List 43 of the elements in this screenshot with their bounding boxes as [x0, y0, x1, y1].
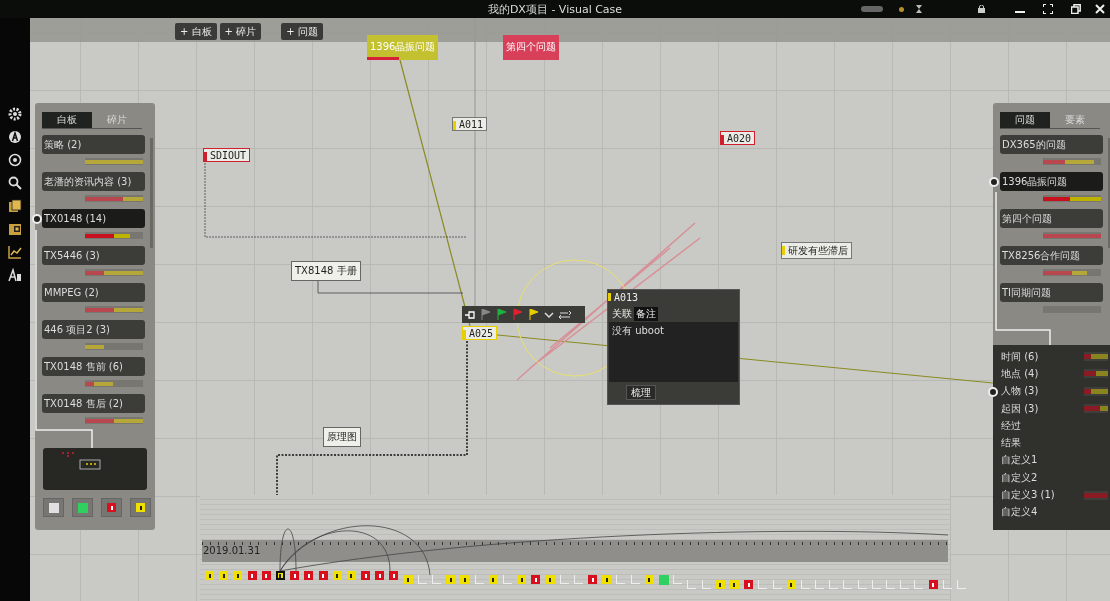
element-label[interactable]: 自定义3 (1) — [1001, 488, 1055, 502]
element-label[interactable]: 自定义4 — [1001, 505, 1038, 520]
popup-tab[interactable]: 关联 — [610, 307, 634, 321]
tag-node[interactable]: 研发有些滞后 — [781, 242, 852, 259]
note-field[interactable]: 没有 uboot — [609, 322, 738, 382]
panel-tab[interactable]: 白板 — [42, 112, 92, 128]
panel-tab[interactable]: 问题 — [1000, 112, 1050, 128]
list-item[interactable]: 策略 (2) — [42, 135, 145, 154]
list-item[interactable]: MMPEG (2) — [42, 283, 145, 302]
list-item[interactable]: 1396晶振问题 — [1000, 172, 1103, 191]
issue-node[interactable]: 第四个问题 — [503, 35, 559, 60]
element-label[interactable]: 时间 (6) — [1001, 349, 1039, 364]
add-button[interactable]: + 问题 — [281, 23, 323, 40]
tag-node[interactable]: SDIOUT — [203, 148, 251, 162]
popup-title: A013 — [614, 291, 639, 303]
list-item[interactable]: 446 项目2 (3) — [42, 320, 145, 339]
window-title: 我的DX项目 - Visual Case — [487, 3, 623, 16]
list-item[interactable]: 老潘的资讯内容 (3) — [42, 172, 145, 191]
element-label[interactable]: 地点 (4) — [1001, 366, 1039, 381]
list-item[interactable]: TX5446 (3) — [42, 246, 145, 265]
add-button[interactable]: + 碎片 — [219, 23, 262, 40]
tag-node[interactable]: A011 — [452, 117, 488, 131]
add-button[interactable]: + 白板 — [175, 23, 217, 40]
popup-tab[interactable]: 备注 — [634, 307, 658, 321]
element-label[interactable]: 自定义1 — [1001, 453, 1038, 468]
element-label[interactable]: 经过 — [1001, 418, 1021, 433]
element-label[interactable]: 结果 — [1001, 436, 1021, 451]
list-item[interactable]: TX0148 (14) — [42, 209, 145, 228]
element-label[interactable]: 起因 (3) — [1001, 401, 1039, 416]
document-node[interactable]: TX8148 手册 — [291, 261, 361, 281]
document-node[interactable]: 原理图 — [323, 427, 361, 447]
timeline-date: 2019.01.31 — [203, 545, 261, 556]
list-item[interactable]: TX0148 售前 (6) — [42, 357, 145, 376]
list-item[interactable]: 第四个问题 — [1000, 209, 1103, 228]
tag-node[interactable]: A025 — [462, 326, 498, 340]
list-item[interactable]: TX8256合作问题 — [1000, 246, 1103, 265]
list-item[interactable]: DX365的问题 — [1000, 135, 1103, 154]
list-item[interactable]: TX0148 售后 (2) — [42, 394, 145, 413]
element-label[interactable]: 自定义2 — [1001, 470, 1038, 485]
list-item[interactable]: TI同期问题 — [1000, 283, 1103, 302]
organize-button[interactable]: 梳理 — [626, 385, 656, 400]
element-label[interactable]: 人物 (3) — [1001, 384, 1039, 399]
tag-node[interactable]: A020 — [720, 131, 756, 145]
